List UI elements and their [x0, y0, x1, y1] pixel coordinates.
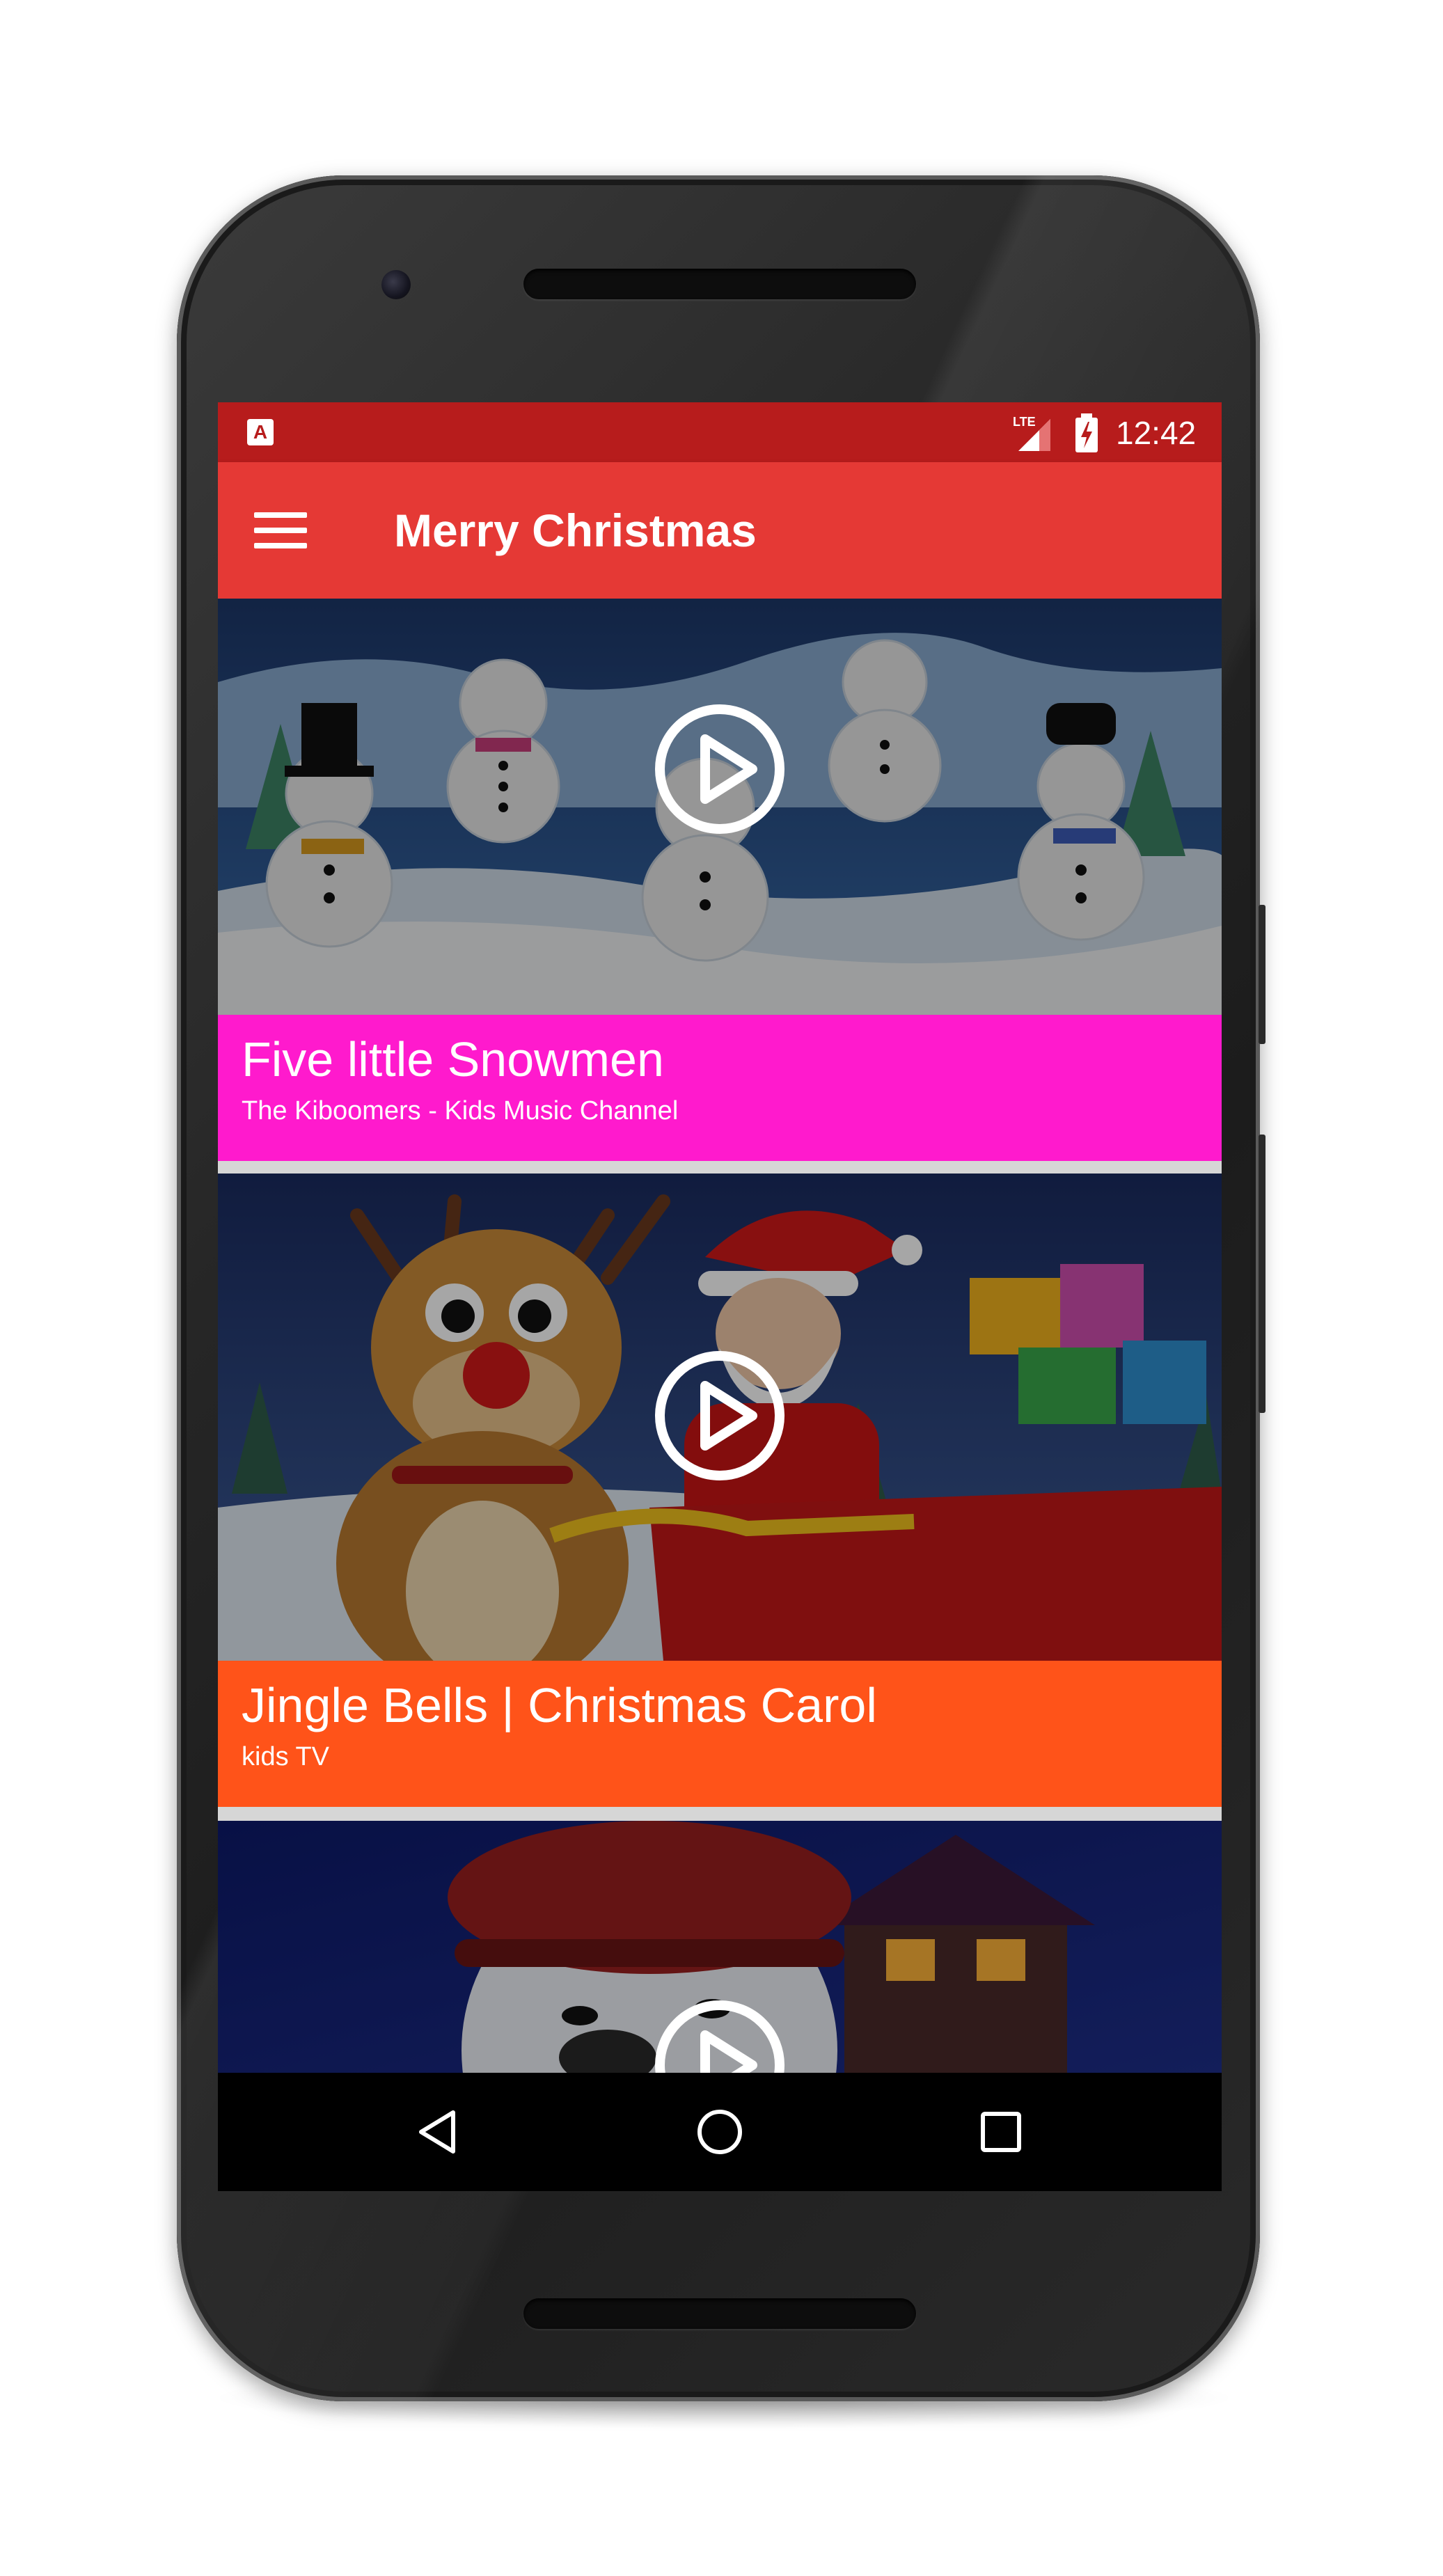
play-circle-icon[interactable]	[654, 1350, 786, 1482]
video-info[interactable]: Five little Snowmen The Kiboomers - Kids…	[218, 1015, 1222, 1161]
video-card[interactable]	[218, 1821, 1222, 2073]
play-circle-icon[interactable]	[654, 1999, 786, 2073]
power-button	[1259, 1135, 1265, 1413]
status-time: 12:42	[1116, 415, 1197, 451]
channel-name: The Kiboomers - Kids Music Channel	[242, 1096, 679, 1125]
status-bar: A LTE 12:42	[218, 402, 1222, 462]
svg-text:LTE: LTE	[1013, 415, 1036, 429]
toolbar-title: Merry Christmas	[394, 505, 757, 556]
battery-charging-icon	[1075, 413, 1098, 452]
video-info[interactable]: Jingle Bells | Christmas Carol kids TV	[218, 1661, 1222, 1807]
home-circle-icon[interactable]	[692, 2104, 748, 2160]
device-mockup: A LTE 12:42 Merry Christmas Five little …	[0, 0, 1443, 2576]
play-circle-icon[interactable]	[654, 703, 786, 835]
bottom-speaker	[523, 2298, 916, 2329]
recents-square-icon[interactable]	[973, 2104, 1029, 2160]
video-card[interactable]: Five little Snowmen The Kiboomers - Kids…	[218, 599, 1222, 1161]
video-title[interactable]: Jingle Bells | Christmas Carol	[242, 1676, 877, 1735]
hamburger-menu-icon[interactable]	[254, 509, 307, 551]
back-triangle-icon[interactable]	[411, 2104, 467, 2160]
app-notification-icon: A	[247, 419, 274, 445]
top-speaker	[523, 269, 916, 299]
video-title[interactable]: Five little Snowmen	[242, 1030, 664, 1089]
system-navigation-bar	[218, 2073, 1222, 2191]
channel-name: kids TV	[242, 1742, 330, 1771]
video-card[interactable]: Jingle Bells | Christmas Carol kids TV	[218, 1174, 1222, 1808]
video-feed[interactable]: Five little Snowmen The Kiboomers - Kids…	[218, 599, 1222, 2073]
volume-button	[1259, 905, 1265, 1044]
lte-signal-icon: LTE	[1013, 415, 1050, 451]
screen: A LTE 12:42 Merry Christmas Five little …	[218, 402, 1222, 2191]
front-camera	[381, 270, 411, 299]
app-toolbar: Merry Christmas	[218, 462, 1222, 599]
